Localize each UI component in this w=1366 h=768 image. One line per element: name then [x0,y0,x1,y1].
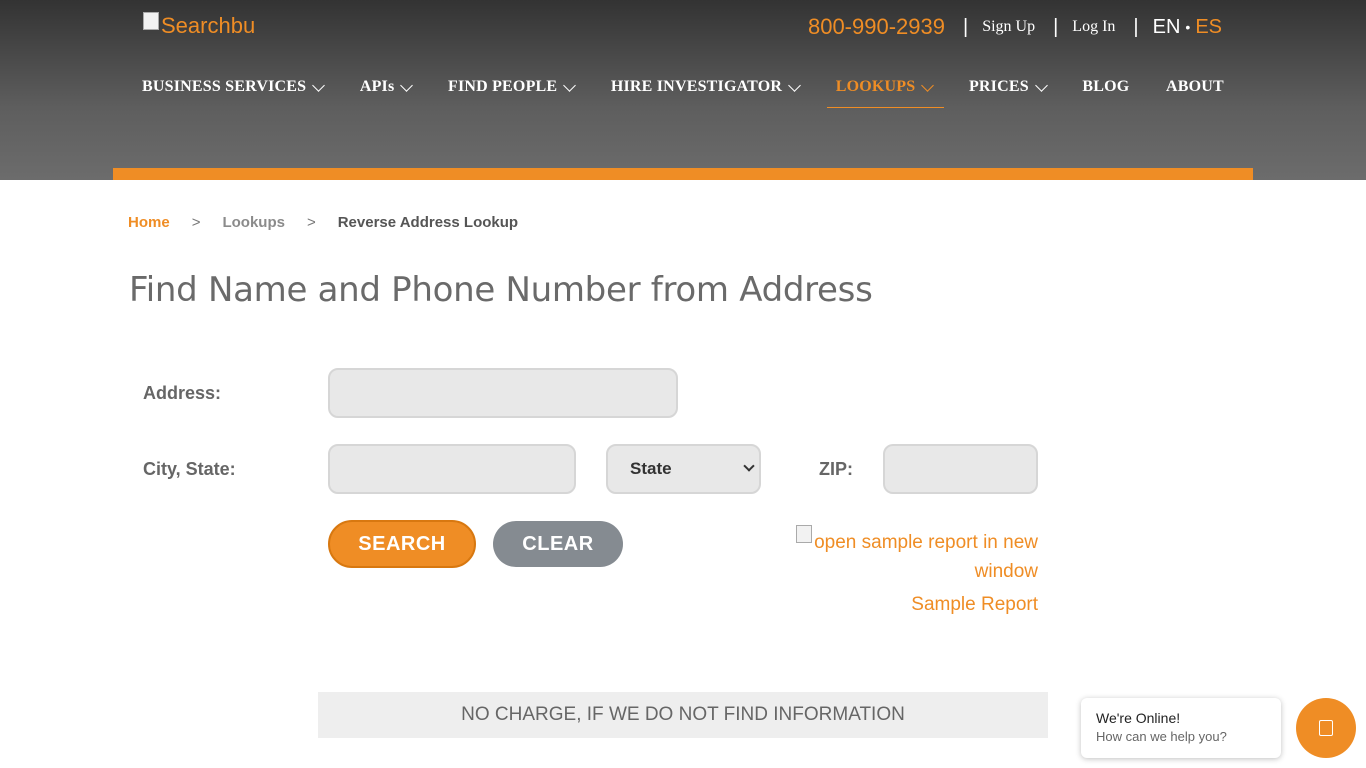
chat-bubble[interactable]: We're Online! How can we help you? [1081,698,1281,758]
nav-business-services[interactable]: BUSINESS SERVICES [142,76,326,108]
separator: | [1053,15,1059,38]
site-header: Searchbu 800-990-2939 | Sign Up | Log In… [0,0,1366,180]
log-in-link[interactable]: Log In [1072,18,1115,36]
breadcrumb-separator: > [306,214,316,231]
sign-up-link[interactable]: Sign Up [982,18,1035,36]
nav-label: APIs [359,78,395,95]
nav-label: HIRE INVESTIGATOR [610,78,783,95]
breadcrumb: Home > Lookups > Reverse Address Lookup [128,214,518,231]
nav-hire-investigator[interactable]: HIRE INVESTIGATOR [610,76,802,108]
address-label: Address: [143,383,222,403]
page-title: Find Name and Phone Number from Address [129,270,873,310]
site-logo[interactable]: Searchbu [143,12,256,39]
sample-image-alt: open sample report in new window [814,532,1038,582]
sample-report-link[interactable]: Sample Report [911,594,1038,616]
chat-title: We're Online! [1096,710,1181,726]
separator: | [1133,15,1139,38]
address-input[interactable] [328,368,678,418]
nav-label: FIND PEOPLE [447,78,558,95]
main-nav: BUSINESS SERVICES APIs FIND PEOPLE HIRE … [142,76,1224,108]
chevron-down-icon [743,460,755,472]
chat-subtitle: How can we help you? [1096,729,1227,744]
clear-button[interactable]: CLEAR [493,521,623,567]
nav-find-people[interactable]: FIND PEOPLE [447,76,577,108]
chevron-down-icon [400,78,414,92]
chevron-down-icon [312,78,326,92]
logo-alt-text: Searchbu [161,13,256,38]
lang-dot: • [1185,19,1191,35]
separator: | [962,15,969,38]
city-input[interactable] [328,444,576,494]
nav-prices[interactable]: PRICES [968,76,1048,108]
nav-label: LOOKUPS [835,78,916,95]
sample-report-image-link[interactable]: open sample report in new window [788,525,1038,586]
lang-es-link[interactable]: ES [1195,16,1222,39]
nav-label: PRICES [968,78,1029,95]
phone-link[interactable]: 800-990-2939 [808,14,945,40]
nav-about[interactable]: ABOUT [1166,76,1224,108]
breadcrumb-home[interactable]: Home [128,214,170,231]
nav-lookups[interactable]: LOOKUPS [826,76,944,108]
zip-label: ZIP: [819,459,853,479]
chevron-down-icon [921,78,935,92]
chat-launcher-button[interactable] [1296,698,1356,758]
nav-blog[interactable]: BLOG [1082,76,1129,108]
zip-input[interactable] [883,444,1038,494]
chat-icon [1319,720,1333,736]
city-state-label: City, State: [143,459,236,479]
breadcrumb-separator: > [191,214,201,231]
header-accent-bar [113,168,1253,180]
top-bar: 800-990-2939 | Sign Up | Log In | EN • E… [808,14,1222,40]
search-button[interactable]: SEARCH [328,520,476,568]
breadcrumb-lookups[interactable]: Lookups [222,214,285,231]
chevron-down-icon [563,78,577,92]
lang-en-link[interactable]: EN [1153,16,1181,39]
broken-image-icon [796,525,813,543]
nav-label: ABOUT [1166,78,1224,95]
breadcrumb-current: Reverse Address Lookup [337,214,519,231]
broken-image-icon [143,12,159,30]
chevron-down-icon [788,78,802,92]
nav-label: BUSINESS SERVICES [142,78,307,95]
nav-apis[interactable]: APIs [359,76,414,108]
chevron-down-icon [1034,78,1048,92]
no-charge-notice: NO CHARGE, IF WE DO NOT FIND INFORMATION [318,692,1048,738]
state-selected-value: State [630,459,672,478]
nav-label: BLOG [1082,78,1130,95]
state-select[interactable]: State [606,444,761,494]
